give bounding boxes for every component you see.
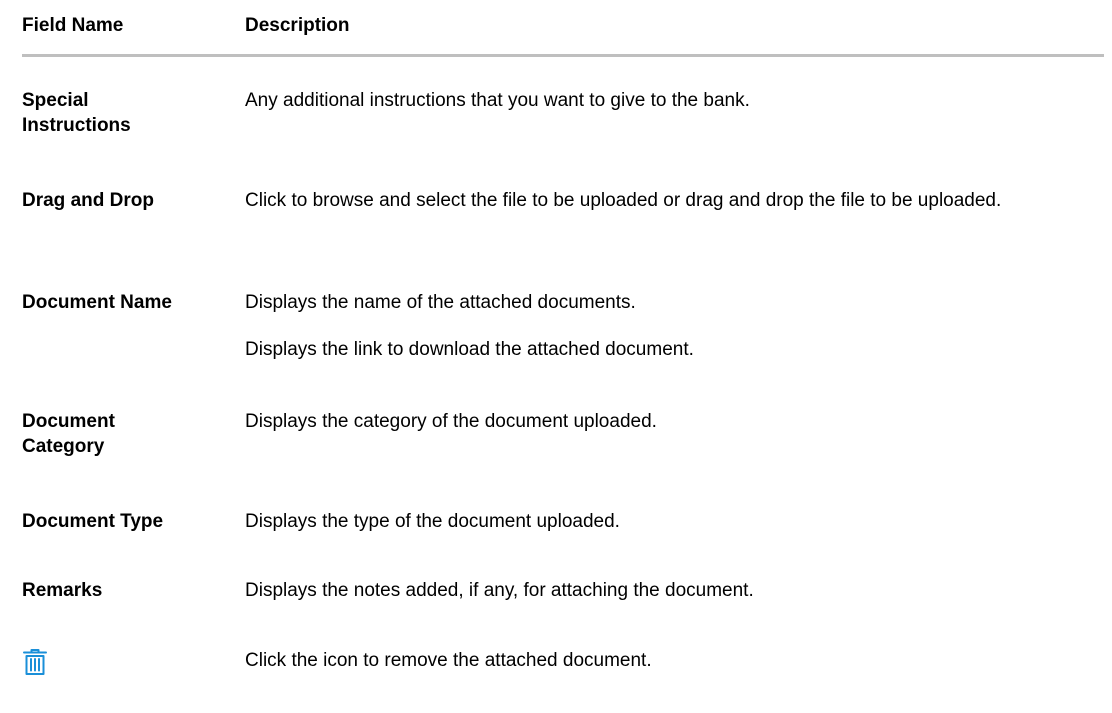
header-divider xyxy=(22,54,1104,57)
field-name: Drag and Drop xyxy=(22,190,154,211)
field-name: Document Category xyxy=(22,411,115,457)
header-field-name: Field Name xyxy=(22,15,124,36)
trash-icon[interactable] xyxy=(22,648,48,676)
field-name: Document Type xyxy=(22,511,164,532)
header-description: Description xyxy=(245,15,350,36)
field-name: Special Instructions xyxy=(22,90,131,136)
field-description: Displays the link to download the attach… xyxy=(245,339,694,360)
field-description: Click to browse and select the file to b… xyxy=(245,190,1002,211)
field-name: Document Name xyxy=(22,292,172,313)
field-description: Displays the type of the document upload… xyxy=(245,511,620,532)
field-name: Remarks xyxy=(22,580,103,601)
field-description: Displays the name of the attached docume… xyxy=(245,292,636,313)
table-header: Field Name Description xyxy=(22,0,1112,54)
field-description: Displays the notes added, if any, for at… xyxy=(245,580,754,601)
field-description: Click the icon to remove the attached do… xyxy=(245,650,652,671)
field-description: Any additional instructions that you wan… xyxy=(245,90,750,111)
field-description: Displays the category of the document up… xyxy=(245,411,657,432)
field-description-table: Field Name Description Special Instructi… xyxy=(22,0,1112,675)
